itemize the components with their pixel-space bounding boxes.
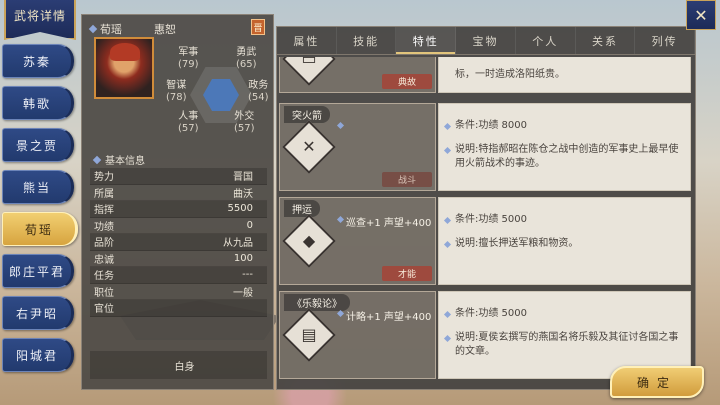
diamond-icon [443, 216, 452, 225]
trait-bonus: 巡查+1 声望+400 [346, 218, 432, 229]
trait-list[interactable]: ▭ 典故 标，一时造成洛阳纸贵。 突火箭 ✕ 战斗 条件:功绩 8000 说明:… [277, 57, 695, 389]
diamond-icon [336, 121, 345, 130]
trait-description: 说明:特指郝昭在陈仓之战中创造的军事史上最早使用火箭战术的事迹。 [455, 144, 679, 169]
stat-politics: 政务 (54) [248, 80, 269, 103]
attr-row-rank: 品阶 从九品 [90, 234, 267, 251]
trait-condition: 条件:功绩 5000 [455, 308, 527, 319]
trait-card-right: 条件:功绩 8000 说明:特指郝昭在陈仓之战中创造的军事史上最早使用火箭战术的… [438, 103, 691, 191]
trait-card[interactable]: 押运 巡查+1 声望+400 ◆ 才能 条件:功绩 5000 说明:擅长押送军粮… [279, 197, 693, 285]
confirm-button[interactable]: 确定 [610, 366, 704, 398]
trait-icon-frame: ▭ [282, 57, 336, 86]
tab-relations[interactable]: 关系 [576, 27, 636, 54]
attribute-table: 势力 晋国 所属 曲沃 指挥 5500 功绩 0 品阶 从九品 忠诚 100 任务 --- 职… [90, 168, 267, 317]
detail-tabs: 属性 技能 特性 宝物 个人 关系 列传 [277, 27, 696, 55]
diamond-icon [336, 215, 345, 224]
attr-row-office: 官位 [90, 300, 267, 317]
tab-personal[interactable]: 个人 [516, 27, 576, 54]
diamond-icon [443, 240, 452, 249]
general-item-4[interactable]: 熊当 [2, 170, 74, 204]
general-item-2[interactable]: 韩歌 [2, 86, 74, 120]
general-item-6[interactable]: 郎庄平君 [2, 254, 74, 288]
basic-info-heading: 基本信息 [92, 152, 145, 167]
general-name-row: 荀瑶 惠恕 [88, 21, 176, 37]
tab-biography[interactable]: 列传 [635, 27, 696, 54]
trait-card-left: 《乐毅论》 计略+1 声望+400 ▤ [279, 291, 436, 379]
trait-bonus: 计略+1 声望+400 [346, 312, 432, 323]
window-title: 武将详情 [13, 9, 66, 23]
diamond-icon [443, 146, 452, 155]
tab-treasures[interactable]: 宝物 [456, 27, 516, 54]
trait-description: 标，一时造成洛阳纸贵。 [455, 69, 565, 80]
general-info-panel: 荀瑶 惠恕 晋 军事 (79) 勇武 (65) 智谋 (78) 政务 (54) 人事 (5… [81, 14, 274, 390]
trait-card-left: ▭ 典故 [279, 57, 436, 93]
general-item-1[interactable]: 苏秦 [2, 44, 74, 78]
stat-bravery: 勇武 (65) [236, 47, 257, 70]
general-item-7[interactable]: 右尹昭 [2, 296, 74, 330]
attr-row-merit: 功绩 0 [90, 218, 267, 234]
courtesy-name: 惠恕 [154, 23, 176, 36]
trait-name: 《乐毅论》 [284, 294, 350, 311]
attr-row-faction: 势力 晋国 [90, 168, 267, 185]
stat-military: 军事 (79) [178, 47, 199, 70]
diamond-icon [336, 309, 345, 318]
diamond-icon [443, 310, 452, 319]
trait-card-left: 押运 巡查+1 声望+400 ◆ 才能 [279, 197, 436, 285]
general-item-3[interactable]: 景之贾 [2, 128, 74, 162]
general-list: 苏秦 韩歌 景之贾 熊当 荀瑶 郎庄平君 右尹昭 阳城君 [2, 44, 78, 380]
general-item-5-selected[interactable]: 荀瑶 [2, 212, 78, 246]
general-portrait [94, 37, 154, 99]
window-title-ribbon: 武将详情 [4, 0, 76, 40]
close-button[interactable]: ✕ [686, 0, 716, 30]
trait-category-tag: 战斗 [382, 172, 432, 187]
stat-strategy: 智谋 (78) [166, 80, 187, 103]
book-icon: ▤ [301, 325, 317, 344]
trait-condition: 条件:功绩 5000 [455, 214, 527, 225]
general-item-8[interactable]: 阳城君 [2, 338, 74, 372]
attr-row-loyalty: 忠诚 100 [90, 251, 267, 267]
trait-description: 说明:夏侯玄撰写的燕国名将乐毅及其征讨各国之事的文章。 [455, 332, 679, 357]
tab-skills[interactable]: 技能 [337, 27, 397, 54]
stat-diplomacy: 外交 (57) [234, 111, 255, 134]
document-icon: ◆ [302, 231, 316, 250]
trait-icon-frame: ◆ [282, 214, 336, 268]
trait-category-tag: 典故 [382, 74, 432, 89]
trait-card-right: 条件:功绩 5000 说明:擅长押送军粮和物资。 [438, 197, 691, 285]
attr-row-task: 任务 --- [90, 267, 267, 284]
diamond-icon [443, 334, 452, 343]
detail-panel: 属性 技能 特性 宝物 个人 关系 列传 ▭ 典故 标，一时造成洛阳纸贵。 突火… [276, 26, 696, 390]
trait-category-tag: 才能 [382, 266, 432, 281]
tab-traits[interactable]: 特性 [396, 27, 457, 54]
trait-card-right: 标，一时造成洛阳纸贵。 [438, 57, 691, 93]
scroll-icon: ▭ [301, 57, 317, 68]
trait-card[interactable]: ▭ 典故 标，一时造成洛阳纸贵。 [279, 57, 693, 93]
stat-personnel: 人事 (57) [178, 111, 199, 134]
diamond-icon [88, 24, 98, 34]
tab-attributes[interactable]: 属性 [277, 27, 337, 54]
trait-card[interactable]: 突火箭 ✕ 战斗 条件:功绩 8000 说明:特指郝昭在陈仓之战中创造的军事史上… [279, 103, 693, 191]
diamond-icon [92, 155, 102, 164]
general-name: 荀瑶 [100, 23, 122, 36]
crossed-swords-icon: ✕ [302, 137, 316, 156]
attr-row-command: 指挥 5500 [90, 201, 267, 218]
diamond-icon [443, 122, 452, 131]
trait-condition: 条件:功绩 8000 [455, 120, 527, 131]
attr-row-position: 职位 一般 [90, 284, 267, 300]
attr-row-affiliation: 所属 曲沃 [90, 185, 267, 201]
trait-icon-frame: ✕ [282, 120, 336, 174]
trait-card-left: 突火箭 ✕ 战斗 [279, 103, 436, 191]
trait-description: 说明:擅长押送军粮和物资。 [455, 238, 579, 249]
trait-icon-frame: ▤ [282, 308, 336, 362]
status-box: 白身 [90, 351, 267, 379]
state-badge: 晋 [251, 19, 265, 35]
trait-name: 押运 [284, 200, 320, 217]
